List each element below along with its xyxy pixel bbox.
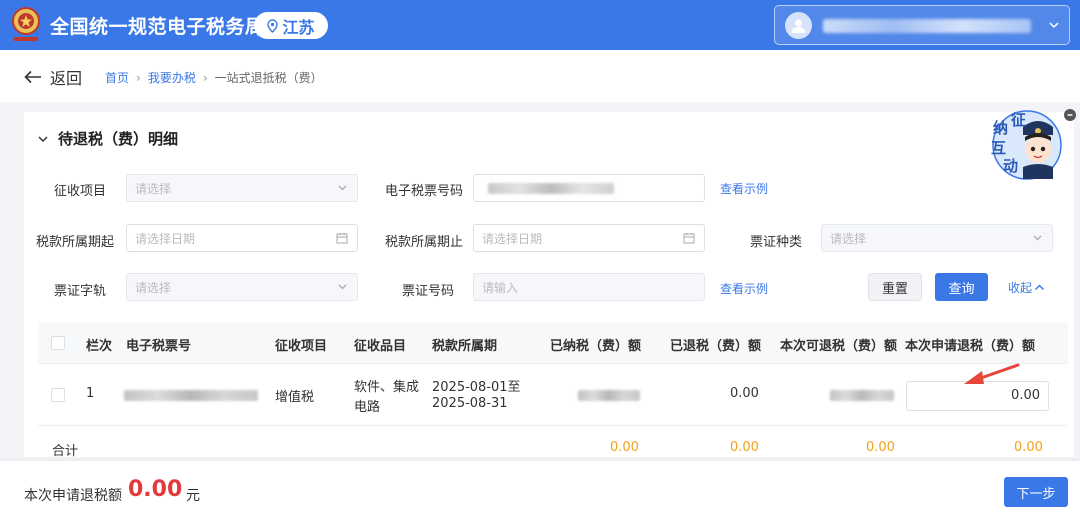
user-icon bbox=[791, 19, 806, 33]
footer-amount: 0.00 bbox=[128, 477, 183, 502]
section-title: 待退税（费）明细 bbox=[58, 130, 179, 148]
chevron-down-icon bbox=[338, 185, 347, 191]
chevron-down-icon bbox=[1049, 22, 1059, 29]
breadcrumb-separator: › bbox=[202, 70, 208, 85]
table-header: 栏次 电子税票号 征收项目 征收品目 税款所属期 已纳税（费）额 已退税（费）额… bbox=[38, 322, 1068, 364]
user-menu[interactable] bbox=[774, 5, 1070, 45]
voucher-no-input[interactable]: 请输入 bbox=[473, 273, 705, 301]
chevron-down-icon bbox=[1033, 235, 1042, 241]
col-e-ticket: 电子税票号 bbox=[126, 339, 192, 354]
tax-item-placeholder: 请选择 bbox=[135, 181, 172, 196]
voucher-type-select[interactable]: 请选择 bbox=[821, 224, 1053, 252]
col-tax-period: 税款所属期 bbox=[432, 339, 498, 354]
annotation-arrow-icon bbox=[964, 363, 1020, 384]
total-refunded: 0.00 bbox=[730, 440, 759, 455]
e-ticket-label: 电子税票号码 bbox=[385, 184, 464, 199]
select-all-checkbox[interactable] bbox=[51, 336, 65, 350]
reset-button[interactable]: 重置 bbox=[868, 273, 922, 301]
total-paid: 0.00 bbox=[610, 440, 639, 455]
col-refundable: 本次可退税（费）额 bbox=[780, 339, 898, 354]
location-pin-icon bbox=[267, 18, 279, 33]
view-example-link[interactable]: 查看示例 bbox=[720, 180, 768, 197]
voucher-track-placeholder: 请选择 bbox=[135, 280, 172, 295]
row-checkbox[interactable] bbox=[51, 388, 65, 402]
back-button[interactable]: 返回 bbox=[24, 65, 82, 89]
footer-unit: 元 bbox=[186, 488, 200, 504]
breadcrumb-home[interactable]: 首页 bbox=[105, 69, 129, 86]
col-tax-item: 征收项目 bbox=[275, 339, 328, 354]
tax-emblem-icon bbox=[12, 7, 40, 41]
view-example-link[interactable]: 查看示例 bbox=[720, 280, 768, 297]
voucher-type-placeholder: 请选择 bbox=[830, 231, 867, 246]
voucher-no-label: 票证号码 bbox=[402, 284, 455, 299]
voucher-no-placeholder: 请输入 bbox=[482, 280, 519, 295]
row-tax-item: 增值税 bbox=[275, 390, 315, 405]
refund-detail-card: 待退税（费）明细 征收项目 请选择 电子税票号码 查看示例 税款所属期起 请选择… bbox=[24, 112, 1074, 459]
collapse-label: 收起 bbox=[1008, 281, 1033, 295]
user-name-redacted bbox=[823, 19, 1031, 33]
top-header: 全国统一规范电子税务局 江苏 bbox=[0, 0, 1080, 50]
back-label: 返回 bbox=[50, 69, 83, 88]
period-start-picker[interactable]: 请选择日期 bbox=[126, 224, 358, 252]
breadcrumb: 首页 › 我要办税 › 一站式退抵税（费） bbox=[105, 69, 323, 86]
collapse-toggle[interactable]: 收起 bbox=[1008, 279, 1045, 296]
period-end-label: 税款所属期止 bbox=[385, 235, 464, 250]
e-ticket-input[interactable] bbox=[473, 174, 705, 202]
sub-navigation: 返回 首页 › 我要办税 › 一站式退抵税（费） bbox=[0, 50, 1080, 102]
assistant-char-4: 动 bbox=[1003, 157, 1019, 175]
e-ticket-number-redacted bbox=[124, 390, 258, 401]
breadcrumb-current: 一站式退抵税（费） bbox=[214, 71, 323, 85]
assistant-widget[interactable]: 征 纳 互 动 bbox=[983, 107, 1065, 181]
period-start-placeholder: 请选择日期 bbox=[135, 231, 196, 246]
calendar-icon bbox=[683, 233, 695, 244]
footer-label: 本次申请退税额 bbox=[24, 488, 122, 504]
col-refunded: 已退税（费）额 bbox=[670, 339, 762, 354]
table-row: 1 增值税 软件、集成 电路 2025-08-01至 2025-08-31 0.… bbox=[38, 364, 1068, 426]
row-period-line2: 2025-08-31 bbox=[432, 396, 508, 411]
total-label: 合计 bbox=[52, 444, 79, 459]
row-refunded: 0.00 bbox=[730, 386, 759, 401]
period-end-placeholder: 请选择日期 bbox=[482, 231, 543, 246]
col-apply-amount: 本次申请退税（费）额 bbox=[905, 339, 1036, 354]
paid-amount-redacted bbox=[578, 390, 640, 401]
col-paid: 已纳税（费）额 bbox=[550, 339, 642, 354]
footer-bar: 本次申请退税额 0.00 元 下一步 bbox=[0, 461, 1080, 521]
section-header[interactable]: 待退税（费）明细 bbox=[38, 128, 178, 149]
region-label: 江苏 bbox=[282, 17, 315, 37]
breadcrumb-do-tax[interactable]: 我要办税 bbox=[148, 69, 196, 86]
total-refundable: 0.00 bbox=[866, 440, 895, 455]
voucher-type-label: 票证种类 bbox=[750, 235, 803, 250]
arrow-left-icon bbox=[24, 70, 41, 84]
next-step-button[interactable]: 下一步 bbox=[1004, 477, 1068, 507]
tax-item-select[interactable]: 请选择 bbox=[126, 174, 358, 202]
assistant-char-1: 征 bbox=[1011, 111, 1027, 129]
chevron-down-icon bbox=[338, 284, 347, 290]
total-apply: 0.00 bbox=[1014, 440, 1043, 455]
assistant-close-button[interactable] bbox=[1064, 109, 1076, 121]
minus-icon bbox=[1067, 114, 1073, 116]
period-end-picker[interactable]: 请选择日期 bbox=[473, 224, 705, 252]
row-index: 1 bbox=[86, 386, 95, 401]
assistant-char-2: 纳 bbox=[993, 119, 1009, 137]
row-category-line1: 软件、集成 bbox=[354, 380, 420, 395]
tax-item-label: 征收项目 bbox=[54, 184, 107, 199]
chevron-up-icon bbox=[1035, 284, 1045, 290]
col-index: 栏次 bbox=[86, 339, 113, 354]
region-selector[interactable]: 江苏 bbox=[254, 12, 328, 39]
period-start-label: 税款所属期起 bbox=[36, 235, 115, 250]
voucher-track-label: 票证字轨 bbox=[54, 284, 107, 299]
e-ticket-value-redacted bbox=[488, 183, 614, 194]
col-tax-category: 征收品目 bbox=[354, 339, 407, 354]
chevron-down-icon bbox=[38, 135, 48, 142]
calendar-icon bbox=[336, 233, 348, 244]
query-button[interactable]: 查询 bbox=[935, 273, 988, 301]
avatar bbox=[785, 12, 812, 39]
breadcrumb-separator: › bbox=[136, 70, 141, 85]
row-period-line1: 2025-08-01至 bbox=[432, 380, 521, 395]
row-category-line2: 电路 bbox=[354, 400, 381, 415]
voucher-track-select[interactable]: 请选择 bbox=[126, 273, 358, 301]
site-title: 全国统一规范电子税务局 bbox=[50, 16, 265, 38]
refundable-amount-redacted bbox=[830, 390, 894, 401]
